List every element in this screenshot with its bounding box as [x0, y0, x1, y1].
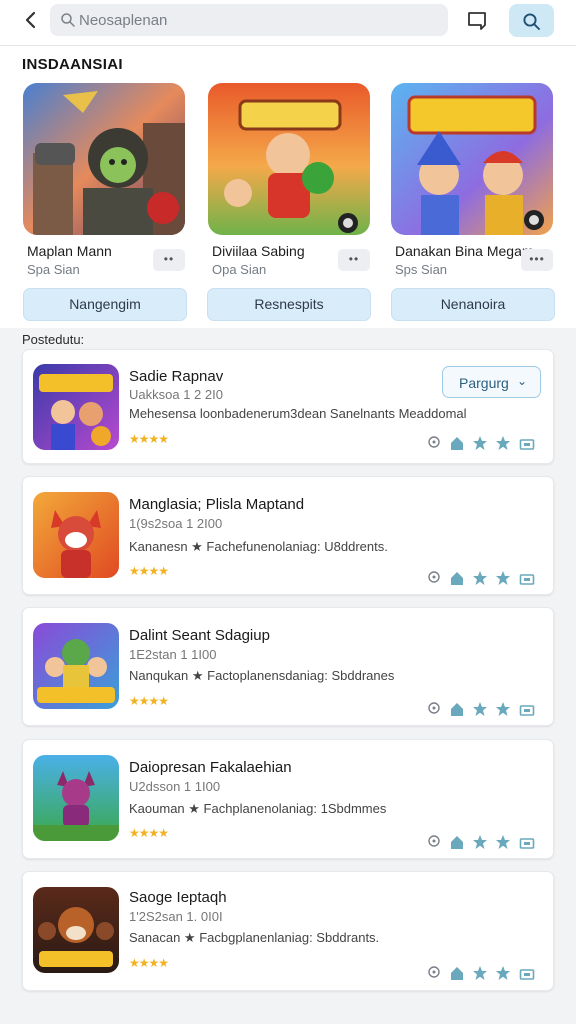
- search-button-icon: [523, 13, 540, 30]
- list-item[interactable]: Saoge Ieptaqh 1'2S2san 1. 0I0I Sanacan ★…: [22, 871, 554, 991]
- shop-icon[interactable]: [519, 834, 535, 850]
- game-meta: 1'2S2san 1. 0I0I: [129, 909, 223, 924]
- star-icon[interactable]: [472, 834, 488, 850]
- star-icon[interactable]: [472, 570, 488, 586]
- star-icon[interactable]: [495, 965, 511, 981]
- star-icon[interactable]: [495, 435, 511, 451]
- tag-icon[interactable]: [427, 965, 441, 979]
- home-icon[interactable]: [449, 701, 465, 717]
- game-description: Kaouman ★ Fachplanenolaniag: 1Sbdmmes: [129, 801, 387, 816]
- game-title: Saoge Ieptaqh: [129, 889, 227, 906]
- featured-action-button[interactable]: Nenanoira: [391, 288, 555, 321]
- game-icon[interactable]: [33, 887, 119, 973]
- top-bar: Neosaplenan: [0, 0, 576, 46]
- game-icon[interactable]: [33, 492, 119, 578]
- featured-card[interactable]: Maplan Mann Spa Sian ••: [23, 83, 185, 277]
- home-icon[interactable]: [449, 834, 465, 850]
- get-button-label: Pargurg: [459, 375, 509, 391]
- featured-section: INSDAANSIAI Maplan Mann Spa Sian •• Nang…: [0, 46, 576, 328]
- action-icons: [427, 570, 539, 590]
- more-button[interactable]: •••: [521, 249, 553, 271]
- game-artwork[interactable]: [391, 83, 553, 235]
- featured-sub: Sps Sian: [395, 262, 448, 277]
- game-meta: U2dsson 1 1I00: [129, 779, 221, 794]
- game-icon[interactable]: [33, 364, 119, 450]
- game-title: Sadie Rapnav: [129, 368, 224, 385]
- star-icon[interactable]: [472, 965, 488, 981]
- game-title: Manglasia; Plisla Maptand: [129, 496, 305, 513]
- game-meta: 1(9s2soa 1 2I00: [129, 516, 223, 531]
- game-title: Daiopresan Fakalaehian: [129, 759, 292, 776]
- action-icons: [427, 834, 539, 854]
- featured-sub: Opa Sian: [212, 262, 267, 277]
- search-icon: [60, 12, 76, 28]
- back-chevron-icon[interactable]: [18, 8, 44, 34]
- tag-icon[interactable]: [427, 435, 441, 449]
- featured-title: INSDAANSIAI: [22, 56, 123, 73]
- chat-bubble-icon[interactable]: [463, 6, 491, 34]
- list-title: Postedutu:: [22, 332, 85, 347]
- game-description: Nanqukan ★ Factoplanensdaniag: Sbddranes: [129, 668, 395, 683]
- tag-icon[interactable]: [427, 701, 441, 715]
- list-item[interactable]: Manglasia; Plisla Maptand 1(9s2soa 1 2I0…: [22, 476, 554, 595]
- tag-icon[interactable]: [427, 570, 441, 584]
- star-icon[interactable]: [495, 701, 511, 717]
- game-meta: Uakksoa 1 2 2I0: [129, 387, 223, 402]
- star-rating: ★★★★: [129, 694, 169, 708]
- shop-icon[interactable]: [519, 965, 535, 981]
- featured-name: Maplan Mann: [27, 243, 112, 259]
- game-artwork[interactable]: [23, 83, 185, 235]
- featured-name: Danakan Bina Megam: [395, 243, 534, 259]
- search-input[interactable]: Neosaplenan: [50, 4, 448, 36]
- featured-action-button[interactable]: Nangengim: [23, 288, 187, 321]
- star-rating: ★★★★: [129, 432, 169, 446]
- game-icon[interactable]: [33, 755, 119, 841]
- shop-icon[interactable]: [519, 570, 535, 586]
- search-placeholder: Neosaplenan: [79, 12, 168, 29]
- game-description: Mehesensa loonbadenerum3dean Sanelnants …: [129, 406, 467, 421]
- game-artwork[interactable]: [208, 83, 370, 235]
- home-icon[interactable]: [449, 435, 465, 451]
- tag-icon[interactable]: [427, 834, 441, 848]
- list-item[interactable]: Sadie Rapnav Uakksoa 1 2 2I0 Mehesensa l…: [22, 349, 554, 464]
- more-button[interactable]: ••: [338, 249, 370, 271]
- shop-icon[interactable]: [519, 701, 535, 717]
- featured-card[interactable]: Danakan Bina Megam Sps Sian •••: [391, 83, 553, 277]
- featured-action-button[interactable]: Resnespits: [207, 288, 371, 321]
- star-rating: ★★★★: [129, 826, 169, 840]
- star-rating: ★★★★: [129, 564, 169, 578]
- action-icons: [427, 701, 539, 721]
- chevron-down-icon: ⌄: [516, 374, 527, 388]
- home-icon[interactable]: [449, 965, 465, 981]
- game-meta: 1E2stan 1 1I00: [129, 647, 217, 662]
- list-item[interactable]: Dalint Seant Sdagiup 1E2stan 1 1I00 Nanq…: [22, 607, 554, 726]
- game-description: Sanacan ★ Facbgplanenlaniag: Sbddrants.: [129, 930, 380, 945]
- action-icons: [427, 965, 539, 985]
- more-button[interactable]: ••: [153, 249, 185, 271]
- featured-card[interactable]: Diviilaa Sabing Opa Sian ••: [208, 83, 370, 277]
- star-icon[interactable]: [495, 834, 511, 850]
- game-icon[interactable]: [33, 623, 119, 709]
- list-item[interactable]: Daiopresan Fakalaehian U2dsson 1 1I00 Ka…: [22, 739, 554, 859]
- star-icon[interactable]: [472, 701, 488, 717]
- featured-name: Diviilaa Sabing: [212, 243, 305, 259]
- star-rating: ★★★★: [129, 956, 169, 970]
- action-icons: [427, 435, 539, 455]
- shop-icon[interactable]: [519, 435, 535, 451]
- get-dropdown-button[interactable]: Pargurg ⌄: [442, 366, 541, 398]
- star-icon[interactable]: [495, 570, 511, 586]
- game-description: Kananesn ★ Fachefunenolaniag: U8ddrents.: [129, 539, 388, 554]
- home-icon[interactable]: [449, 570, 465, 586]
- featured-sub: Spa Sian: [27, 262, 80, 277]
- star-icon[interactable]: [472, 435, 488, 451]
- game-title: Dalint Seant Sdagiup: [129, 627, 270, 644]
- search-button[interactable]: [509, 4, 554, 37]
